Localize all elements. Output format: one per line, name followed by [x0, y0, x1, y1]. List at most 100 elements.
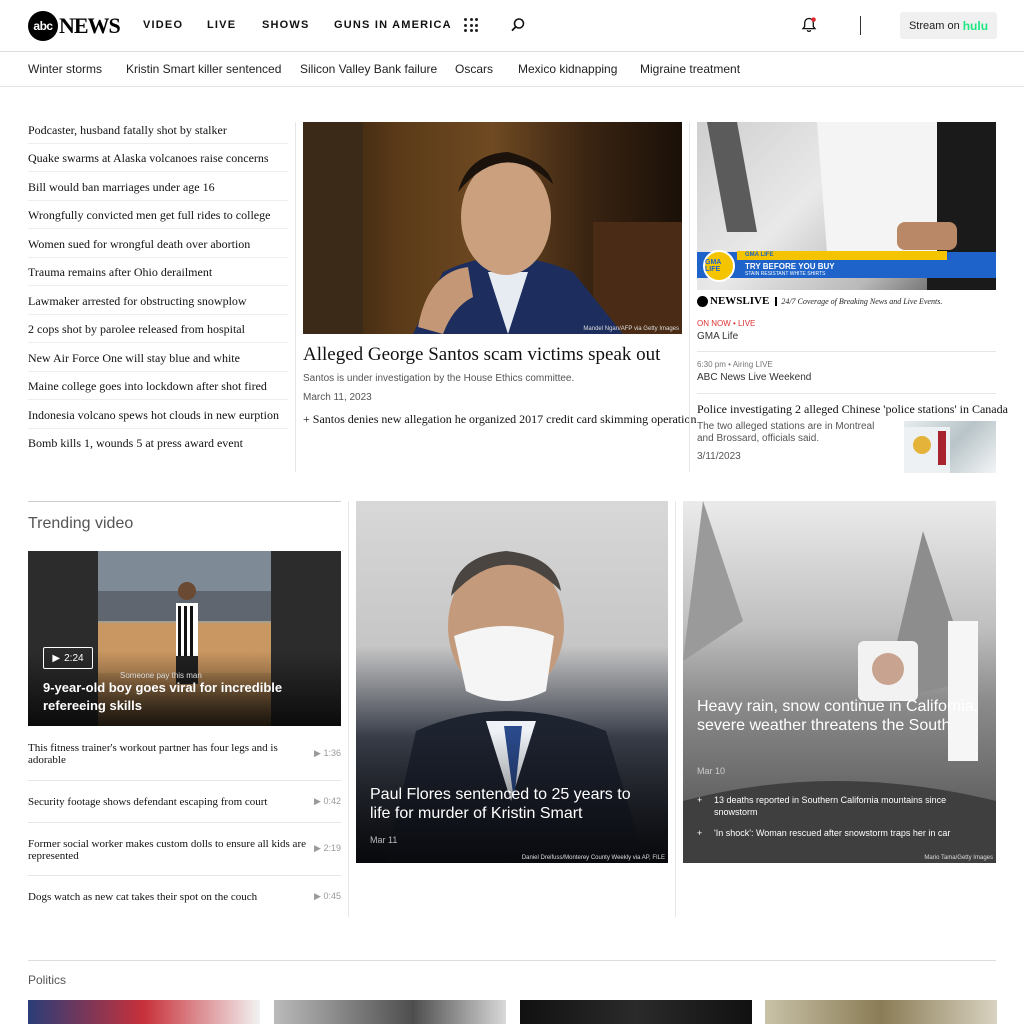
plus-icon: +	[697, 795, 703, 805]
nav-guns-in-america[interactable]: GUNS IN AMERICA	[334, 19, 452, 31]
live-tagline: 24/7 Coverage of Breaking News and Live …	[775, 296, 942, 306]
on-now-label: ON NOW • LIVE	[697, 319, 756, 328]
site-header: abc NEWS VIDEO LIVE SHOWS GUNS IN AMERIC…	[0, 0, 1024, 52]
divider	[697, 393, 996, 394]
headline-link[interactable]: Maine college goes into lockdown after s…	[28, 379, 288, 400]
logo-mark: abc	[28, 11, 58, 41]
gma-life-logo: GMA LIFE	[703, 250, 735, 282]
play-icon: ▶	[52, 652, 61, 664]
politics-story-thumbnail[interactable]	[28, 1000, 260, 1024]
trending-topics-bar: Winter storms Kristin Smart killer sente…	[0, 52, 1024, 87]
lead-story-image[interactable]: Mandel Ngan/AFP via Getty Images	[303, 122, 682, 334]
headline-link[interactable]: Bomb kills 1, wounds 5 at press award ev…	[28, 436, 288, 456]
snow-related-link[interactable]: + 'In shock': Woman rescued after snowsto…	[697, 827, 982, 839]
column-divider	[675, 501, 676, 917]
headline-link[interactable]: New Air Force One will stay blue and whi…	[28, 351, 288, 372]
nav-live[interactable]: LIVE	[207, 19, 236, 31]
topic-link[interactable]: Mexico kidnapping	[518, 62, 617, 76]
live-brand-suffix: LIVE	[742, 295, 770, 307]
on-now-title[interactable]: GMA Life	[697, 331, 738, 342]
up-next-label: 6:30 pm • Airing LIVE	[697, 360, 773, 369]
nav-shows[interactable]: SHOWS	[262, 19, 310, 31]
logo-word: NEWS	[59, 13, 121, 38]
photo-credit: Daniel Dreifuss/Monterey County Weekly v…	[521, 855, 665, 861]
trending-featured-video[interactable]: Someone pay this man ▶ 2:24 9-year-old bo…	[28, 551, 341, 726]
live-video-player[interactable]: GMA LIFE GMA LIFE TRY BEFORE YOU BUY STA…	[697, 122, 996, 290]
headline-link[interactable]: Wrongfully convicted men get full rides …	[28, 208, 288, 229]
divider	[697, 351, 996, 352]
politics-story-thumbnail[interactable]	[765, 1000, 997, 1024]
video-duration: ▶ 0:45	[314, 891, 341, 901]
photo-credit: Mario Tama/Getty Images	[924, 855, 993, 861]
headline-link[interactable]: Women sued for wrongful death over abort…	[28, 237, 288, 258]
headline-link[interactable]: Podcaster, husband fatally shot by stalk…	[28, 123, 288, 144]
stream-label: Stream on	[908, 19, 960, 32]
portrait-illustration	[303, 122, 682, 334]
apps-grid-icon[interactable]	[464, 18, 478, 32]
video-title[interactable]: This fitness trainer's workout partner h…	[28, 742, 306, 766]
stream-on-hulu-button[interactable]: Stream on hulu	[900, 12, 997, 39]
snow-related-link[interactable]: +13 deaths reported in Southern Californ…	[697, 794, 982, 818]
side-story-description: The two alleged stations are in Montreal…	[697, 421, 875, 444]
snow-story-title[interactable]: Heavy rain, snow continue in California,…	[697, 697, 982, 735]
abc-news-live-brand: NEWS LIVE 24/7 Coverage of Breaking News…	[697, 295, 942, 307]
column-divider	[295, 122, 296, 472]
video-duration: ▶ 2:19	[314, 843, 341, 853]
flores-story-title[interactable]: Paul Flores sentenced to 25 years to lif…	[370, 785, 655, 823]
trending-video-item[interactable]: Dogs watch as new cat takes their spot o…	[28, 876, 341, 916]
lead-story-title[interactable]: Alleged George Santos scam victims speak…	[303, 344, 660, 366]
trending-video-item[interactable]: Former social worker makes custom dolls …	[28, 823, 341, 876]
trending-video-item[interactable]: Security footage shows defendant escapin…	[28, 781, 341, 823]
up-next-title[interactable]: ABC News Live Weekend	[697, 372, 811, 383]
abc-mini-logo	[697, 295, 708, 307]
trending-featured-headline[interactable]: 9-year-old boy goes viral for incredible…	[43, 679, 313, 715]
topic-link[interactable]: Winter storms	[28, 62, 102, 76]
gma-banner-title: TRY BEFORE YOU BUY	[745, 262, 835, 271]
headline-link[interactable]: Lawmaker arrested for obstructing snowpl…	[28, 294, 288, 315]
trending-video-item[interactable]: This fitness trainer's workout partner h…	[28, 741, 341, 781]
section-rule	[28, 501, 341, 502]
flores-story-date: Mar 11	[370, 835, 398, 845]
video-title[interactable]: Former social worker makes custom dolls …	[28, 838, 306, 862]
snow-story-card[interactable]: Heavy rain, snow continue in California,…	[683, 501, 996, 863]
topic-link[interactable]: Silicon Valley Bank failure	[300, 62, 437, 76]
search-icon[interactable]	[510, 17, 526, 33]
topic-link[interactable]: Migraine treatment	[640, 62, 740, 76]
side-story-thumbnail[interactable]	[904, 421, 996, 473]
column-divider	[348, 501, 349, 917]
flores-story-card[interactable]: Paul Flores sentenced to 25 years to lif…	[356, 501, 668, 863]
headline-link[interactable]: Quake swarms at Alaska volcanoes raise c…	[28, 151, 288, 172]
video-duration: ▶ 1:36	[314, 748, 341, 758]
headline-link[interactable]: Trauma remains after Ohio derailment	[28, 265, 288, 286]
side-story-title[interactable]: Police investigating 2 alleged Chinese '…	[697, 402, 1008, 417]
lead-story-date: March 11, 2023	[303, 392, 372, 403]
topic-link[interactable]: Kristin Smart killer sentenced	[126, 62, 281, 76]
video-title[interactable]: Dogs watch as new cat takes their spot o…	[28, 891, 306, 903]
video-duration-badge[interactable]: ▶ 2:24	[43, 647, 93, 669]
politics-story-thumbnail[interactable]	[274, 1000, 506, 1024]
trending-video-heading: Trending video	[28, 515, 134, 532]
headline-link[interactable]: Indonesia volcano spews hot clouds in ne…	[28, 408, 288, 429]
photo-credit: Mandel Ngan/AFP via Getty Images	[583, 326, 679, 332]
headline-link[interactable]: Bill would ban marriages under age 16	[28, 180, 288, 201]
plus-icon: +	[697, 828, 703, 838]
headline-link[interactable]: 2 cops shot by parolee released from hos…	[28, 322, 288, 343]
live-brand-word: NEWS	[710, 295, 743, 307]
abc-news-logo[interactable]: abc NEWS	[28, 11, 121, 41]
snow-story-date: Mar 10	[697, 766, 726, 776]
gma-banner-top: GMA LIFE	[745, 252, 774, 258]
politics-heading: Politics	[28, 973, 67, 987]
video-title[interactable]: Security footage shows defendant escapin…	[28, 796, 306, 808]
topic-link[interactable]: Oscars	[455, 62, 493, 76]
header-divider	[860, 16, 861, 35]
nav-video[interactable]: VIDEO	[143, 19, 183, 31]
column-divider	[689, 122, 690, 472]
politics-story-thumbnail[interactable]	[520, 1000, 752, 1024]
bell-icon[interactable]	[800, 16, 818, 34]
gma-banner-subtitle: STAIN RESISTANT WHITE SHIRTS	[745, 271, 826, 277]
section-rule	[28, 960, 996, 961]
lead-related-link[interactable]: + Santos denies new allegation he organi…	[303, 412, 696, 427]
side-story-date: 3/11/2023	[697, 451, 741, 462]
lead-story-description: Santos is under investigation by the Hou…	[303, 373, 575, 384]
hulu-wordmark: hulu	[962, 18, 989, 33]
